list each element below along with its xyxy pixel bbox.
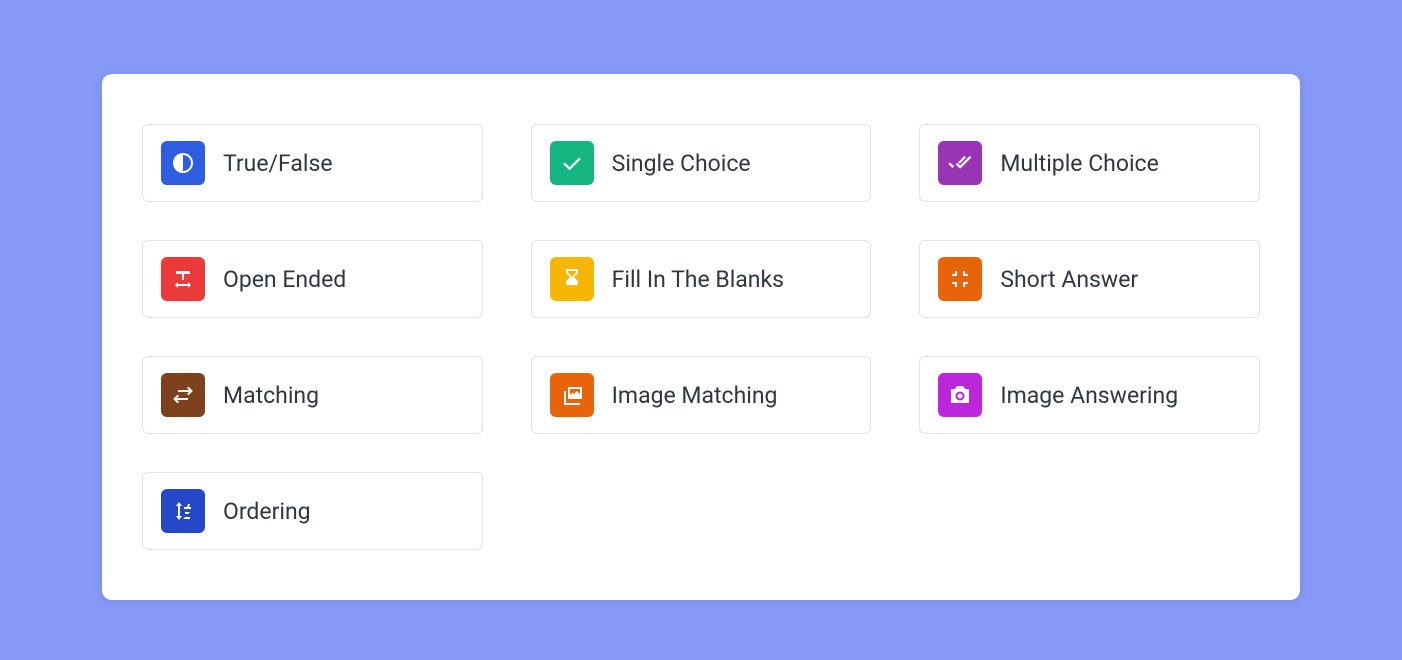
contrast-circle-icon [161,141,205,185]
sort-az-icon [161,489,205,533]
option-label: Matching [223,382,319,409]
question-type-panel: True/False Single Choice Multiple Choice… [102,74,1300,600]
option-label: Multiple Choice [1000,150,1158,177]
compress-icon [938,257,982,301]
option-multiple-choice[interactable]: Multiple Choice [919,124,1260,202]
camera-icon [938,373,982,417]
swap-arrows-icon [161,373,205,417]
option-label: Image Matching [612,382,778,409]
question-type-grid: True/False Single Choice Multiple Choice… [142,124,1260,550]
option-open-ended[interactable]: Open Ended [142,240,483,318]
hourglass-icon [550,257,594,301]
option-label: Ordering [223,498,311,525]
option-label: Open Ended [223,266,346,293]
option-short-answer[interactable]: Short Answer [919,240,1260,318]
option-label: Fill In The Blanks [612,266,784,293]
option-true-false[interactable]: True/False [142,124,483,202]
option-fill-in-the-blanks[interactable]: Fill In The Blanks [531,240,872,318]
check-icon [550,141,594,185]
text-width-icon [161,257,205,301]
option-image-matching[interactable]: Image Matching [531,356,872,434]
option-label: True/False [223,150,333,177]
option-label: Short Answer [1000,266,1138,293]
option-matching[interactable]: Matching [142,356,483,434]
option-ordering[interactable]: Ordering [142,472,483,550]
option-single-choice[interactable]: Single Choice [531,124,872,202]
option-label: Image Answering [1000,382,1178,409]
option-label: Single Choice [612,150,751,177]
images-icon [550,373,594,417]
double-check-icon [938,141,982,185]
option-image-answering[interactable]: Image Answering [919,356,1260,434]
